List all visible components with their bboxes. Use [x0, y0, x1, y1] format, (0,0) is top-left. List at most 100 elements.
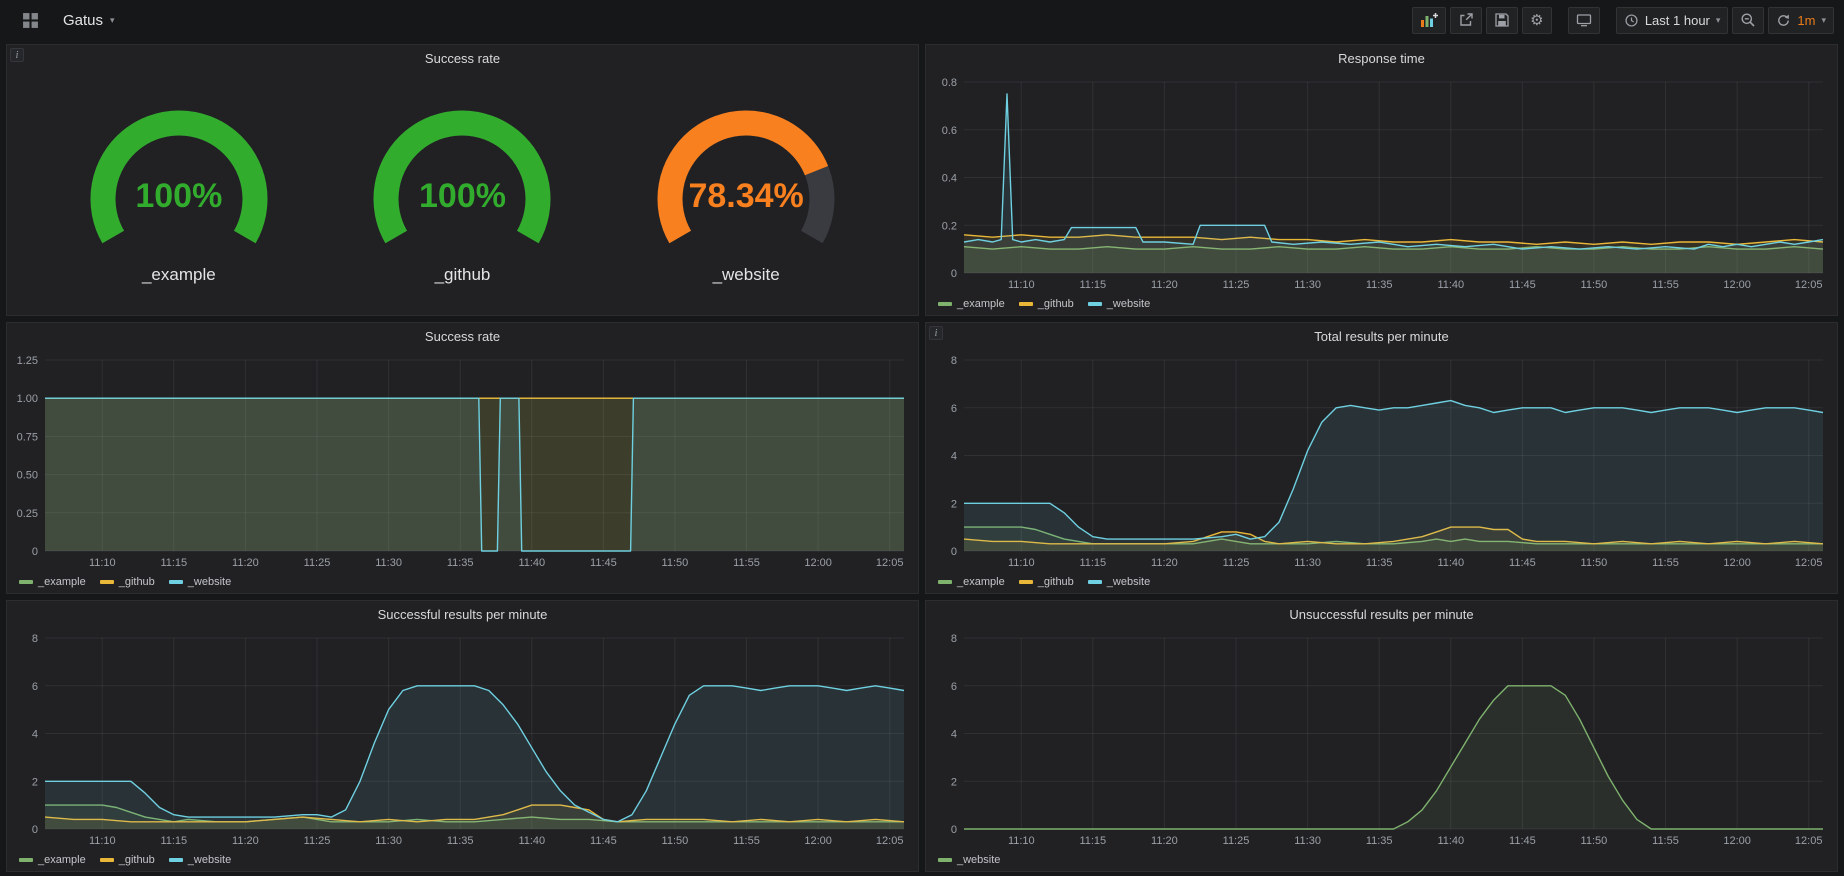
panel-response-time: Response time 00.20.40.60.811:1011:1511:… — [925, 44, 1838, 316]
dashboard-title-picker[interactable]: Gatus ▾ — [57, 8, 121, 33]
total-results-chart[interactable]: 0246811:1011:1511:2011:2511:3011:3511:40… — [926, 350, 1837, 571]
settings-button[interactable]: ⚙ — [1522, 7, 1552, 34]
legend-item-_website[interactable]: _website — [169, 576, 231, 588]
share-button[interactable] — [1450, 7, 1482, 34]
legend-item-_github[interactable]: _github — [1019, 576, 1074, 588]
svg-text:11:20: 11:20 — [1151, 557, 1178, 569]
success-rate-legend: _example _github _website — [7, 571, 918, 593]
legend-swatch — [938, 858, 952, 862]
clock-icon — [1624, 13, 1639, 28]
caret-down-icon: ▾ — [110, 16, 115, 25]
legend-item-_website[interactable]: _website — [1088, 576, 1150, 588]
dashboard-grid: i Success rate 100% _example 100% _githu… — [0, 40, 1844, 876]
legend-item-_example[interactable]: _example — [19, 854, 86, 866]
legend-swatch — [938, 580, 952, 584]
panel-header-success-rate-gauges[interactable]: Success rate — [7, 45, 918, 72]
legend-label: _website — [1107, 298, 1150, 310]
panel-header-response-time[interactable]: Response time — [926, 45, 1837, 72]
successful-results-legend: _example _github _website — [7, 849, 918, 871]
svg-text:11:50: 11:50 — [1581, 557, 1608, 569]
zoom-out-icon — [1740, 12, 1756, 28]
legend-swatch — [1088, 580, 1102, 584]
svg-text:2: 2 — [951, 498, 957, 510]
legend-swatch — [169, 858, 183, 862]
svg-text:11:25: 11:25 — [1223, 557, 1250, 569]
svg-text:11:50: 11:50 — [1581, 835, 1608, 847]
legend-label: _website — [188, 576, 231, 588]
legend-item-_website[interactable]: _website — [938, 854, 1000, 866]
panel-title: Successful results per minute — [378, 607, 548, 622]
svg-text:0: 0 — [951, 546, 957, 558]
svg-text:11:40: 11:40 — [1437, 835, 1464, 847]
successful-results-chart[interactable]: 0246811:1011:1511:2011:2511:3011:3511:40… — [7, 628, 918, 849]
svg-text:4: 4 — [32, 729, 38, 741]
dashboard-title: Gatus — [63, 12, 103, 29]
svg-text:12:00: 12:00 — [1723, 835, 1751, 847]
svg-text:11:55: 11:55 — [1652, 835, 1679, 847]
tv-mode-button[interactable] — [1568, 7, 1600, 34]
panel-title: Success rate — [425, 51, 500, 66]
panel-header-successful-results[interactable]: Successful results per minute — [7, 601, 918, 628]
panel-header-unsuccessful-results[interactable]: Unsuccessful results per minute — [926, 601, 1837, 628]
svg-text:11:30: 11:30 — [1294, 835, 1321, 847]
svg-text:11:15: 11:15 — [160, 557, 187, 569]
success-rate-chart[interactable]: 00.250.500.751.001.2511:1011:1511:2011:2… — [7, 350, 918, 571]
time-range-button[interactable]: Last 1 hour ▾ — [1616, 7, 1729, 34]
legend-item-_github[interactable]: _github — [1019, 298, 1074, 310]
svg-text:1.00: 1.00 — [17, 393, 38, 405]
legend-item-_example[interactable]: _example — [938, 576, 1005, 588]
svg-text:12:00: 12:00 — [1723, 557, 1751, 569]
unsuccessful-results-chart[interactable]: 0246811:1011:1511:2011:2511:3011:3511:40… — [926, 628, 1837, 849]
legend-item-_github[interactable]: _github — [100, 854, 155, 866]
svg-text:4: 4 — [951, 729, 957, 741]
legend-label: _example — [957, 298, 1005, 310]
svg-text:6: 6 — [32, 681, 38, 693]
legend-item-_github[interactable]: _github — [100, 576, 155, 588]
svg-text:11:25: 11:25 — [304, 557, 331, 569]
legend-label: _website — [188, 854, 231, 866]
svg-text:0.4: 0.4 — [942, 173, 957, 185]
svg-text:11:25: 11:25 — [1223, 835, 1250, 847]
svg-text:11:40: 11:40 — [518, 835, 545, 847]
gauge-github: 100% _github — [347, 103, 577, 285]
svg-text:0.50: 0.50 — [17, 470, 38, 482]
panel-title: Success rate — [425, 329, 500, 344]
legend-swatch — [1088, 302, 1102, 306]
legend-item-_example[interactable]: _example — [938, 298, 1005, 310]
refresh-button[interactable]: 1m ▾ — [1768, 7, 1834, 34]
svg-text:11:35: 11:35 — [1366, 557, 1393, 569]
save-button[interactable] — [1486, 7, 1518, 34]
panel-successful-results: Successful results per minute 0246811:10… — [6, 600, 919, 872]
panel-header-total-results[interactable]: Total results per minute — [926, 323, 1837, 350]
response-time-chart[interactable]: 00.20.40.60.811:1011:1511:2011:2511:3011… — [926, 72, 1837, 293]
panel-header-success-rate-graph[interactable]: Success rate — [7, 323, 918, 350]
legend-swatch — [19, 580, 33, 584]
legend-label: _website — [957, 854, 1000, 866]
legend-item-_website[interactable]: _website — [1088, 298, 1150, 310]
panel-info-icon[interactable]: i — [929, 326, 943, 340]
zoom-out-button[interactable] — [1732, 7, 1764, 34]
caret-down-icon: ▾ — [1821, 16, 1826, 25]
svg-text:11:35: 11:35 — [447, 557, 474, 569]
svg-text:11:55: 11:55 — [1652, 279, 1679, 291]
svg-text:0.6: 0.6 — [942, 125, 957, 137]
legend-swatch — [19, 858, 33, 862]
svg-text:11:20: 11:20 — [1151, 279, 1178, 291]
dashboard-grid-button[interactable] — [14, 7, 47, 34]
svg-text:11:40: 11:40 — [1437, 557, 1464, 569]
panel-info-icon[interactable]: i — [10, 48, 24, 62]
legend-label: _github — [1038, 576, 1074, 588]
svg-text:12:05: 12:05 — [1795, 557, 1823, 569]
legend-item-_example[interactable]: _example — [19, 576, 86, 588]
svg-text:12:00: 12:00 — [804, 557, 832, 569]
gauge-label: _github — [435, 265, 491, 285]
legend-item-_website[interactable]: _website — [169, 854, 231, 866]
svg-text:0.2: 0.2 — [942, 220, 957, 232]
svg-text:8: 8 — [32, 633, 38, 645]
svg-text:11:55: 11:55 — [733, 557, 760, 569]
gauge-value: 78.34% — [631, 177, 861, 216]
svg-text:12:00: 12:00 — [1723, 279, 1751, 291]
add-panel-button[interactable] — [1412, 7, 1446, 34]
svg-text:11:15: 11:15 — [160, 835, 187, 847]
svg-text:0.75: 0.75 — [17, 431, 38, 443]
